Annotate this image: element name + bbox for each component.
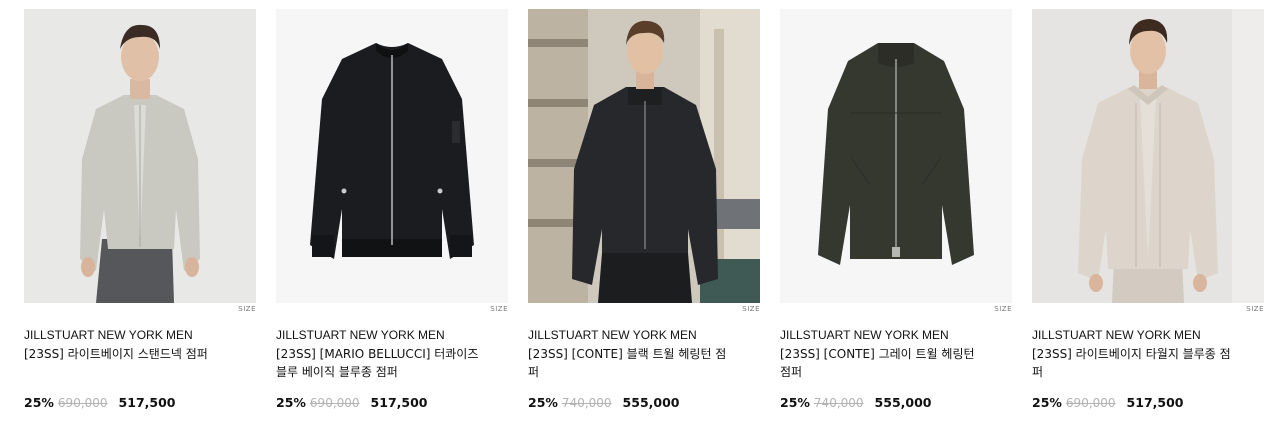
size-tag: SIZE xyxy=(742,305,760,313)
product-image[interactable] xyxy=(780,9,1012,303)
model-black-harrington-image xyxy=(528,9,760,303)
original-price: 690,000 xyxy=(57,396,108,410)
original-price: 740,000 xyxy=(561,396,612,410)
sale-price: 517,500 xyxy=(370,395,428,410)
black-bomber-image xyxy=(276,9,508,303)
original-price: 690,000 xyxy=(309,396,360,410)
price-row: 25% 690,000 517,500 xyxy=(276,395,508,413)
product-card[interactable]: SIZE JILLSTUART NEW YORK MEN [23SS] [CON… xyxy=(780,9,1012,413)
discount-rate: 25% xyxy=(780,395,810,410)
product-grid: SIZE JILLSTUART NEW YORK MEN [23SS] 라이트베… xyxy=(0,0,1283,442)
price-row: 25% 740,000 555,000 xyxy=(528,395,760,413)
sale-price: 555,000 xyxy=(622,395,680,410)
discount-rate: 25% xyxy=(1032,395,1062,410)
product-card[interactable]: SIZE JILLSTUART NEW YORK MEN [23SS] 라이트베… xyxy=(24,9,256,413)
product-image[interactable] xyxy=(24,9,256,303)
discount-rate: 25% xyxy=(276,395,306,410)
product-image[interactable] xyxy=(1032,9,1264,303)
sale-price: 517,500 xyxy=(1126,395,1184,410)
product-brand[interactable]: JILLSTUART NEW YORK MEN xyxy=(1032,327,1264,343)
original-price: 690,000 xyxy=(1065,396,1116,410)
product-brand[interactable]: JILLSTUART NEW YORK MEN xyxy=(24,327,256,343)
gray-harrington-image xyxy=(780,9,1012,303)
product-image[interactable] xyxy=(528,9,760,303)
product-brand[interactable]: JILLSTUART NEW YORK MEN xyxy=(528,327,760,343)
model-beige-jacket-image xyxy=(24,9,256,303)
discount-rate: 25% xyxy=(24,395,54,410)
sale-price: 555,000 xyxy=(874,395,932,410)
size-tag: SIZE xyxy=(994,305,1012,313)
price-row: 25% 740,000 555,000 xyxy=(780,395,1012,413)
sale-price: 517,500 xyxy=(118,395,176,410)
product-name[interactable]: [23SS] [CONTE] 그레이 트윌 헤링턴 점퍼 xyxy=(780,345,985,381)
size-tag: SIZE xyxy=(490,305,508,313)
size-tag: SIZE xyxy=(1246,305,1264,313)
product-image[interactable] xyxy=(276,9,508,303)
product-name[interactable]: [23SS] 라이트베이지 타월지 블루종 점퍼 xyxy=(1032,345,1237,381)
original-price: 740,000 xyxy=(813,396,864,410)
product-card[interactable]: SIZE JILLSTUART NEW YORK MEN [23SS] [MAR… xyxy=(276,9,508,413)
product-card[interactable]: SIZE JILLSTUART NEW YORK MEN [23SS] [CON… xyxy=(528,9,760,413)
price-row: 25% 690,000 517,500 xyxy=(24,395,256,413)
product-brand[interactable]: JILLSTUART NEW YORK MEN xyxy=(276,327,508,343)
product-name[interactable]: [23SS] 라이트베이지 스탠드넥 점퍼 xyxy=(24,345,229,381)
product-name[interactable]: [23SS] [MARIO BELLUCCI] 터콰이즈블루 베이직 블루종 점… xyxy=(276,345,481,381)
product-brand[interactable]: JILLSTUART NEW YORK MEN xyxy=(780,327,1012,343)
model-beige-blouson-image xyxy=(1032,9,1264,303)
product-name[interactable]: [23SS] [CONTE] 블랙 트윌 헤링턴 점퍼 xyxy=(528,345,733,381)
product-card[interactable]: SIZE JILLSTUART NEW YORK MEN [23SS] 라이트베… xyxy=(1032,9,1264,413)
discount-rate: 25% xyxy=(528,395,558,410)
size-tag: SIZE xyxy=(238,305,256,313)
price-row: 25% 690,000 517,500 xyxy=(1032,395,1264,413)
